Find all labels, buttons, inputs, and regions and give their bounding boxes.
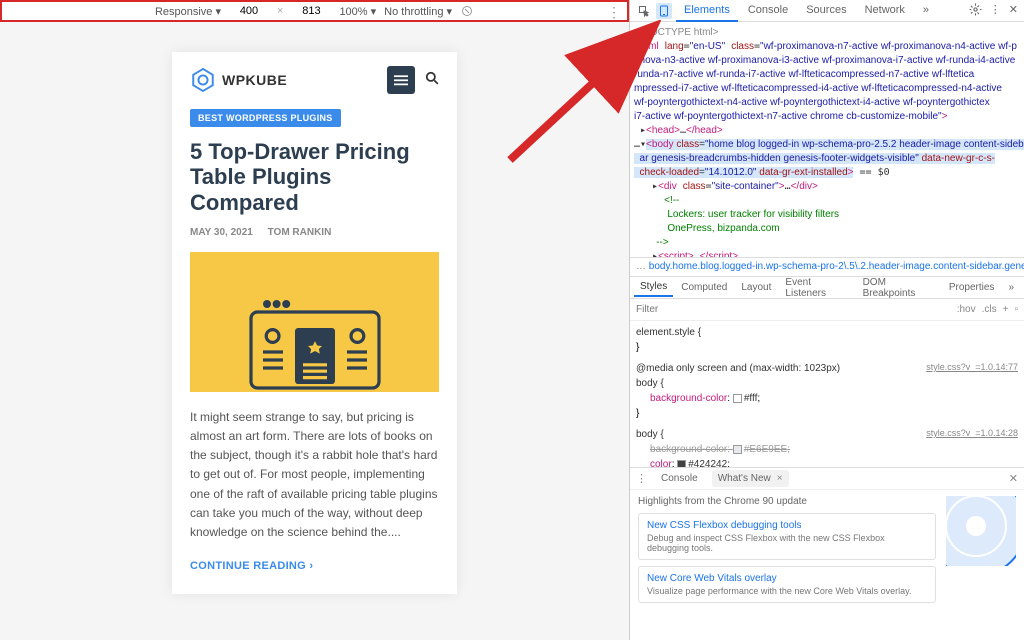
add-rule-icon[interactable]: + [1003,304,1009,315]
hero-image [190,252,439,392]
article-excerpt: It might seem strange to say, but pricin… [190,408,439,542]
whatsnew-desc: Debug and inspect CSS Flexbox with the n… [647,533,927,553]
css-prop: background-color: #fff; [636,391,1018,406]
stab-props[interactable]: Properties [943,279,1001,296]
stab-layout[interactable]: Layout [735,279,777,296]
whatsnew-item[interactable]: New Core Web Vitals overlay Visualize pa… [638,566,936,603]
close-icon[interactable]: ✕ [1009,3,1018,19]
device-preview-pane: Responsive ▾ × 100% ▾ No throttling ▾ ⋮ … [0,0,630,640]
article-title: 5 Top-Drawer Pricing Table Plugins Compa… [190,139,439,215]
toolbar-more-icon[interactable]: ⋮ [607,4,621,21]
tab-sources[interactable]: Sources [798,0,854,22]
category-tag[interactable]: BEST WORDPRESS PLUGINS [190,109,341,127]
stab-dom[interactable]: DOM Breakpoints [857,274,941,302]
color-swatch[interactable] [733,394,742,403]
width-input[interactable] [229,5,269,17]
drawer-tab-whatsnew[interactable]: What's New× [712,470,789,487]
whatsnew-desc: Visualize page performance with the new … [647,586,927,596]
more-icon[interactable]: ⋮ [990,3,1001,19]
whatsnew-link[interactable]: New Core Web Vitals overlay [647,573,927,584]
stab-computed[interactable]: Computed [675,279,733,296]
hamburger-icon [394,73,408,87]
css-source[interactable]: style.css?v_=1.0.14:77 [926,361,1018,375]
styles-filter: :hov .cls + ▫ [630,299,1024,321]
color-swatch[interactable] [677,460,686,467]
tab-elements[interactable]: Elements [676,0,738,22]
article-meta: MAY 30, 2021 TOM RANKIN [190,227,439,238]
whatsnew-heading: Highlights from the Chrome 90 update [638,496,936,507]
read-more-link[interactable]: CONTINUE READING › [190,560,313,572]
drawer-close-icon[interactable]: ✕ [1009,472,1018,485]
close-tab-icon[interactable]: × [777,473,783,484]
color-swatch[interactable] [733,445,742,454]
css-source[interactable]: style.css?v_=1.0.14:28 [926,427,1018,441]
zoom-select[interactable]: 100% ▾ [339,5,376,18]
css-rule: element.style { } [636,325,1018,355]
css-selector: body { [636,376,1018,391]
devtools-panel: Elements Console Sources Network » ⋮ ✕ <… [630,0,1024,640]
article-date: MAY 30, 2021 [190,227,253,238]
whatsnew-graphic [946,496,1016,566]
stab-styles[interactable]: Styles [634,278,673,297]
whatsnew-link[interactable]: New CSS Flexbox debugging tools [647,520,927,531]
cls-toggle[interactable]: .cls [982,304,997,315]
css-rule: style.css?v_=1.0.14:77 @media only scree… [636,361,1018,421]
devtools-header: Elements Console Sources Network » ⋮ ✕ [630,0,1024,22]
menu-button[interactable] [387,66,415,94]
panel-icon[interactable]: ▫ [1014,304,1018,315]
dim-separator: × [277,5,283,17]
css-prop: color: #424242; [636,457,1018,467]
search-icon[interactable] [425,71,439,90]
mobile-viewport: WPKUBE BEST WORDPRESS PLUGINS 5 Top-Draw… [172,52,457,594]
site-header: WPKUBE [172,52,457,108]
devtools-tabs: Elements Console Sources Network » [676,0,965,22]
drawer-tabs: ⋮ Console What's New× ✕ [630,467,1024,489]
stab-more[interactable]: » [1002,279,1020,296]
preview-canvas: WPKUBE BEST WORDPRESS PLUGINS 5 Top-Draw… [0,22,629,624]
device-toolbar: Responsive ▾ × 100% ▾ No throttling ▾ ⋮ [0,0,629,22]
css-selector: element.style { [636,325,1018,340]
whatsnew-panel: Highlights from the Chrome 90 update New… [630,489,1024,640]
site-logo[interactable]: WPKUBE [190,67,287,93]
article: BEST WORDPRESS PLUGINS 5 Top-Drawer Pric… [172,108,457,594]
rotate-icon[interactable] [460,4,474,18]
css-close: } [636,340,1018,355]
filter-input[interactable] [636,304,951,315]
whatsnew-item[interactable]: New CSS Flexbox debugging tools Debug an… [638,513,936,560]
device-toggle-icon[interactable] [656,3,672,19]
settings-icon[interactable] [969,3,982,19]
hov-toggle[interactable]: :hov [957,304,976,315]
css-prop: background-color: #E6E9EE; [636,442,1018,457]
device-select[interactable]: Responsive ▾ [155,5,221,18]
tab-network[interactable]: Network [857,0,913,22]
css-close: } [636,406,1018,421]
drawer-more-icon[interactable]: ⋮ [636,472,647,485]
article-author[interactable]: TOM RANKIN [268,227,332,238]
dom-tree[interactable]: <!DOCTYPE html> <html lang="en-US" class… [630,22,1024,257]
drawer-tab-console[interactable]: Console [655,470,704,487]
styles-pane[interactable]: element.style { } style.css?v_=1.0.14:77… [630,321,1024,467]
styles-tabs: Styles Computed Layout Event Listeners D… [630,277,1024,299]
tab-console[interactable]: Console [740,0,796,22]
height-input[interactable] [291,5,331,17]
throttle-select[interactable]: No throttling ▾ [384,5,452,18]
stab-events[interactable]: Event Listeners [779,274,854,302]
tab-more[interactable]: » [915,0,937,22]
css-rule: style.css?v_=1.0.14:28 body { background… [636,427,1018,467]
site-name: WPKUBE [222,72,287,88]
inspect-icon[interactable] [636,3,652,19]
